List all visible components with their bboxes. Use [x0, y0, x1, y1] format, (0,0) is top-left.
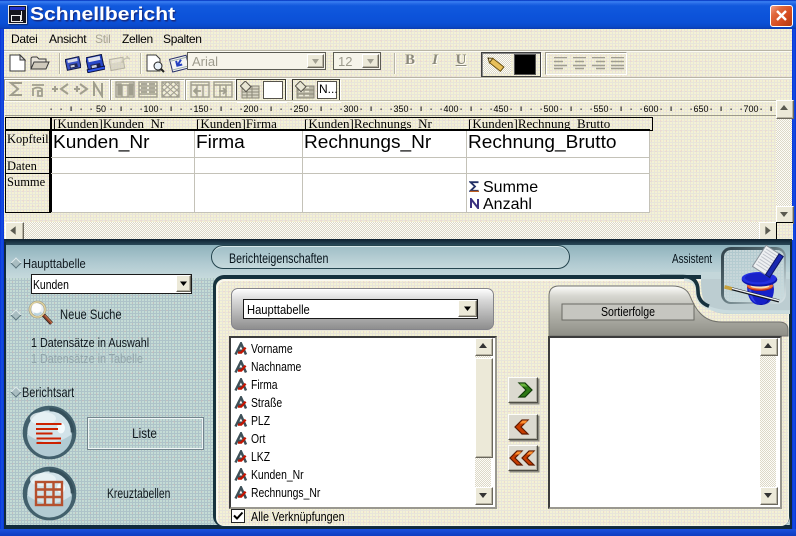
svg-text:250: 250 — [293, 104, 308, 114]
svg-text:50: 50 — [96, 104, 106, 114]
svg-text:550: 550 — [593, 104, 608, 114]
svg-text:100: 100 — [143, 104, 158, 114]
svg-text:300: 300 — [343, 104, 358, 114]
svg-text:650: 650 — [693, 104, 708, 114]
svg-text:700: 700 — [743, 104, 758, 114]
svg-text:600: 600 — [643, 104, 658, 114]
svg-text:150: 150 — [193, 104, 208, 114]
svg-text:Sortierfolge: Sortierfolge — [601, 305, 655, 319]
svg-text:400: 400 — [443, 104, 458, 114]
svg-text:450: 450 — [493, 104, 508, 114]
svg-text:500: 500 — [543, 104, 558, 114]
svg-text:350: 350 — [393, 104, 408, 114]
svg-text:200: 200 — [243, 104, 258, 114]
